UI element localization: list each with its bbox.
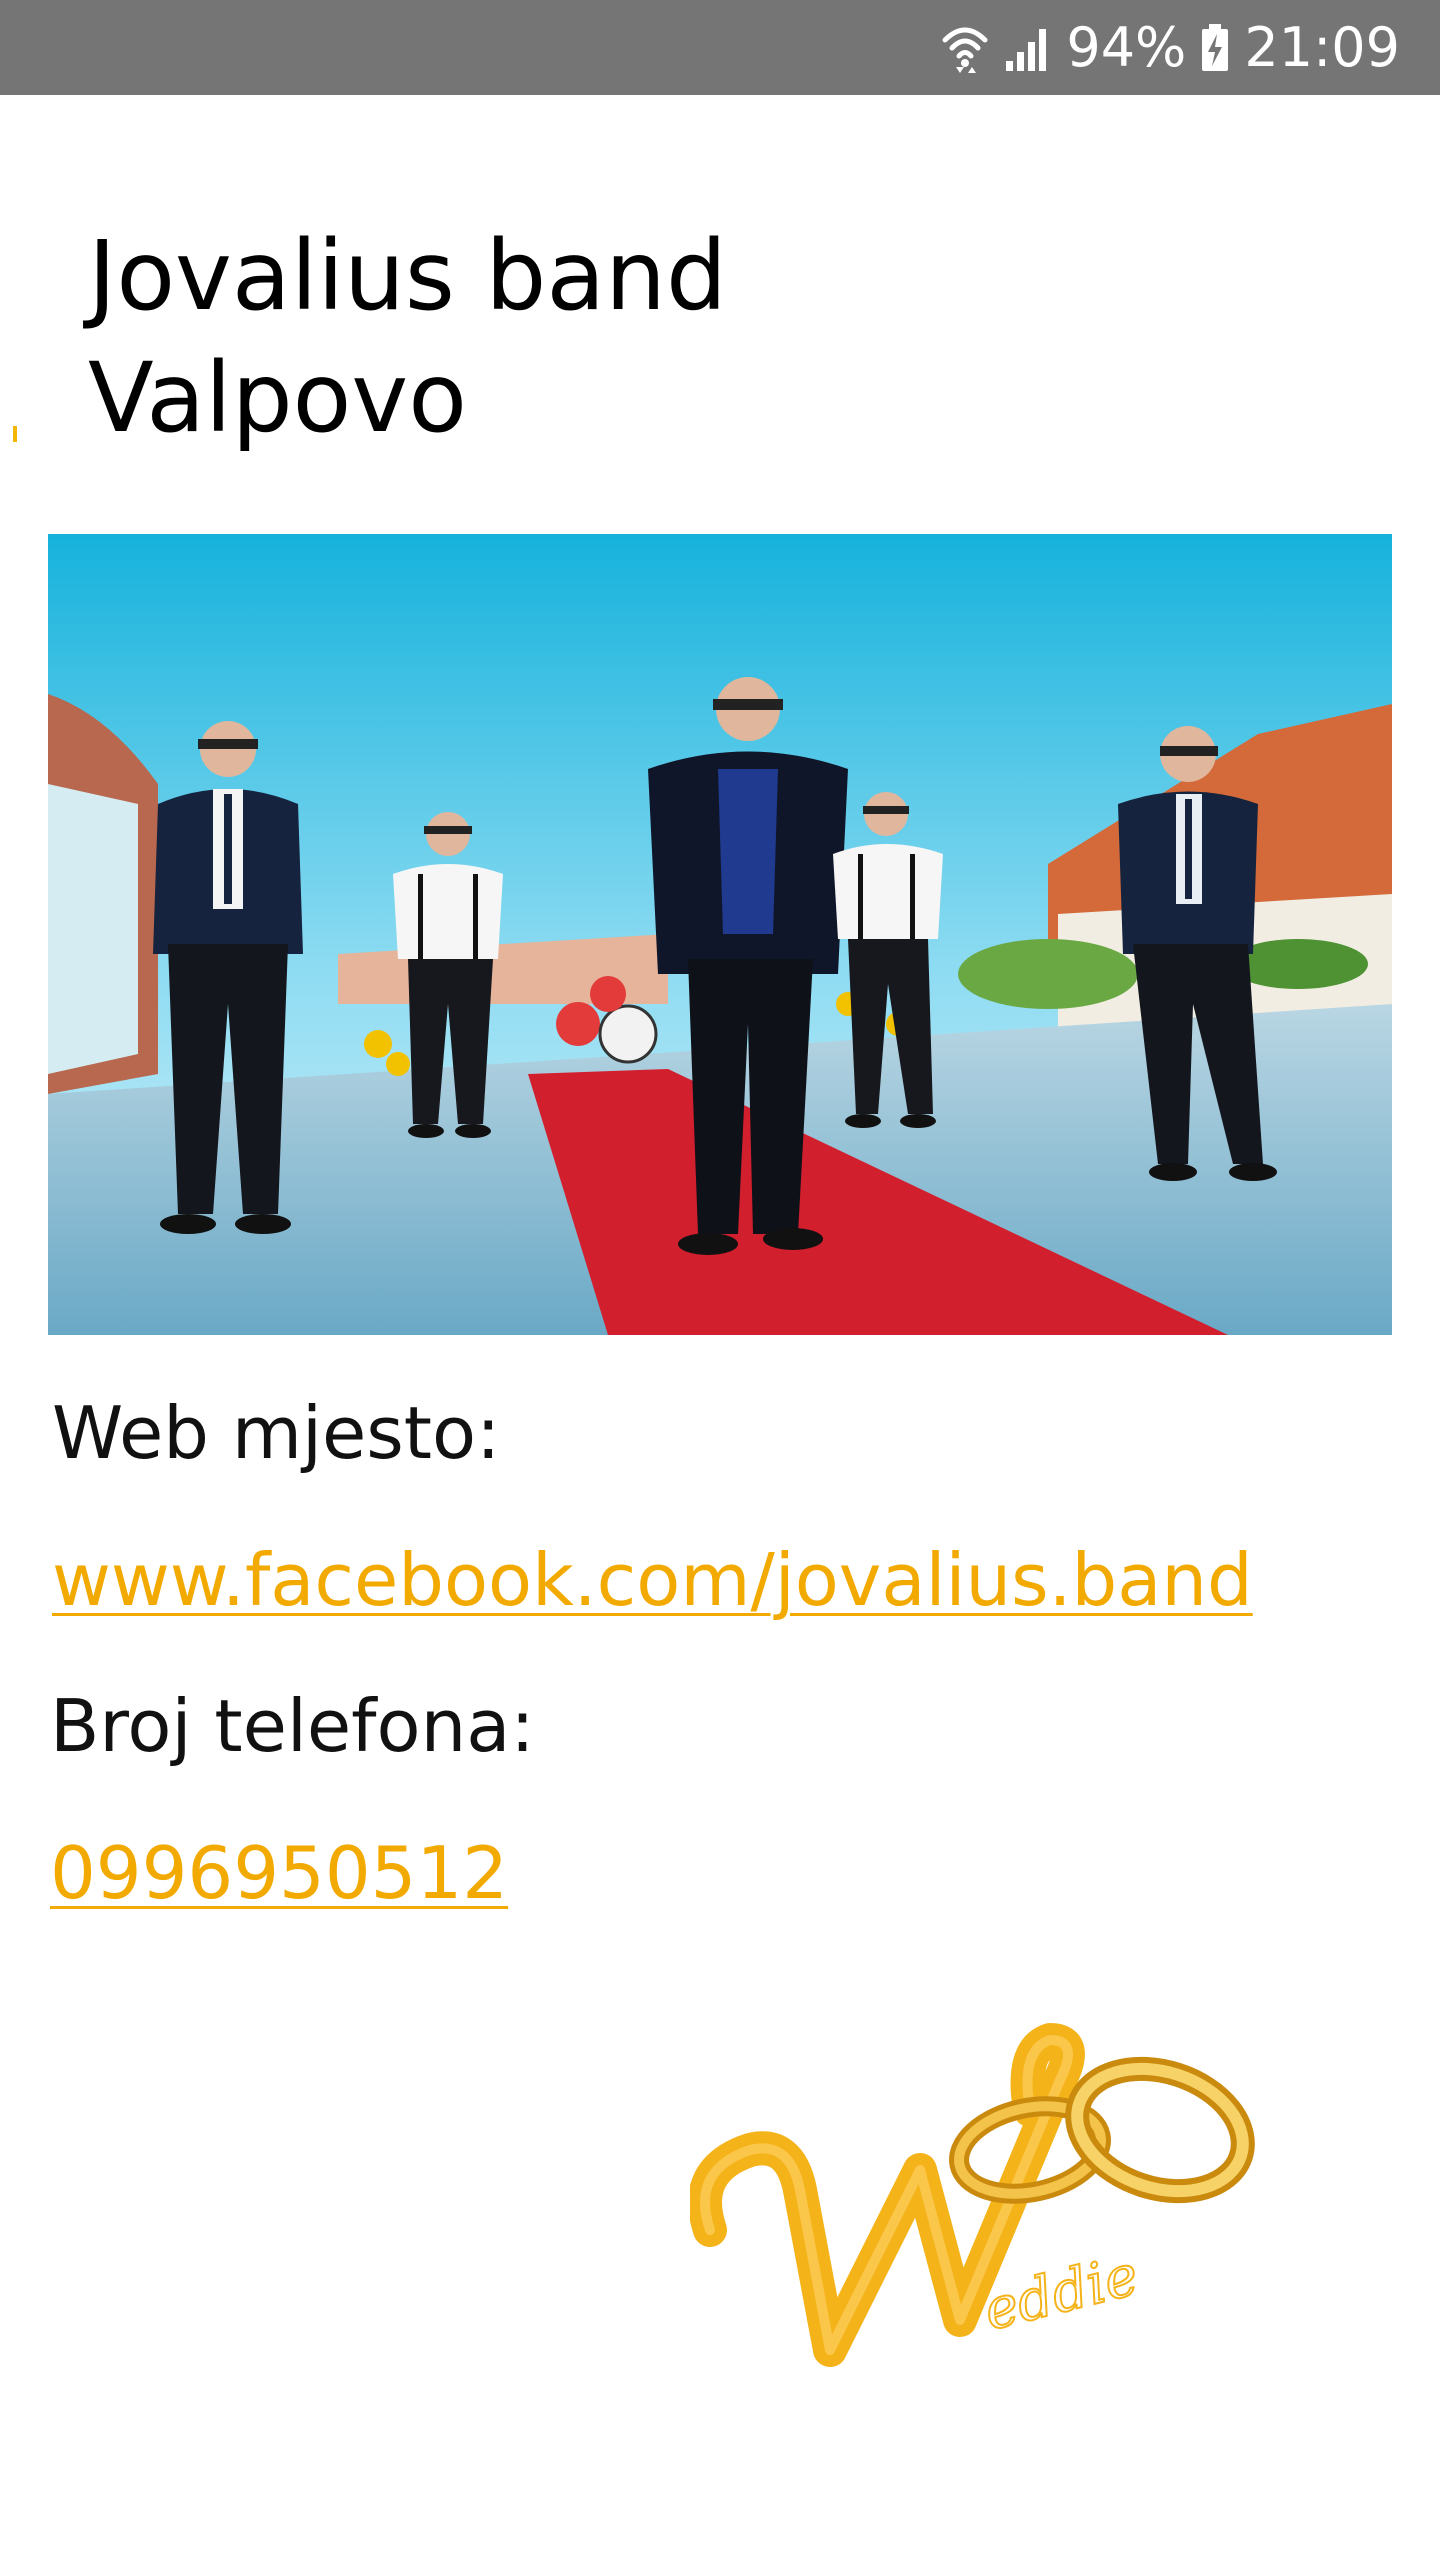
page-title: Jovalius band Valpovo [88, 215, 988, 459]
phone-label: Broj telefona: [50, 1684, 535, 1768]
title-line-1: Jovalius band [88, 220, 727, 332]
status-bar: 94% 21:09 [0, 0, 1440, 95]
phone-link[interactable]: 0996950512 [50, 1828, 508, 1918]
wifi-icon [942, 22, 988, 74]
battery-charging-icon [1200, 23, 1230, 73]
signal-icon [1002, 23, 1052, 73]
edge-marker [13, 426, 17, 442]
website-link[interactable]: www.facebook.com/jovalius.band [52, 1535, 1253, 1625]
clock: 21:09 [1244, 16, 1400, 79]
status-icons: 94% 21:09 [942, 0, 1400, 95]
web-label: Web mjesto: [52, 1391, 501, 1475]
title-line-2: Valpovo [88, 342, 467, 454]
battery-percent: 94% [1066, 16, 1187, 79]
weddie-logo: eddie [688, 2020, 1290, 2400]
band-photo [48, 534, 1392, 1335]
